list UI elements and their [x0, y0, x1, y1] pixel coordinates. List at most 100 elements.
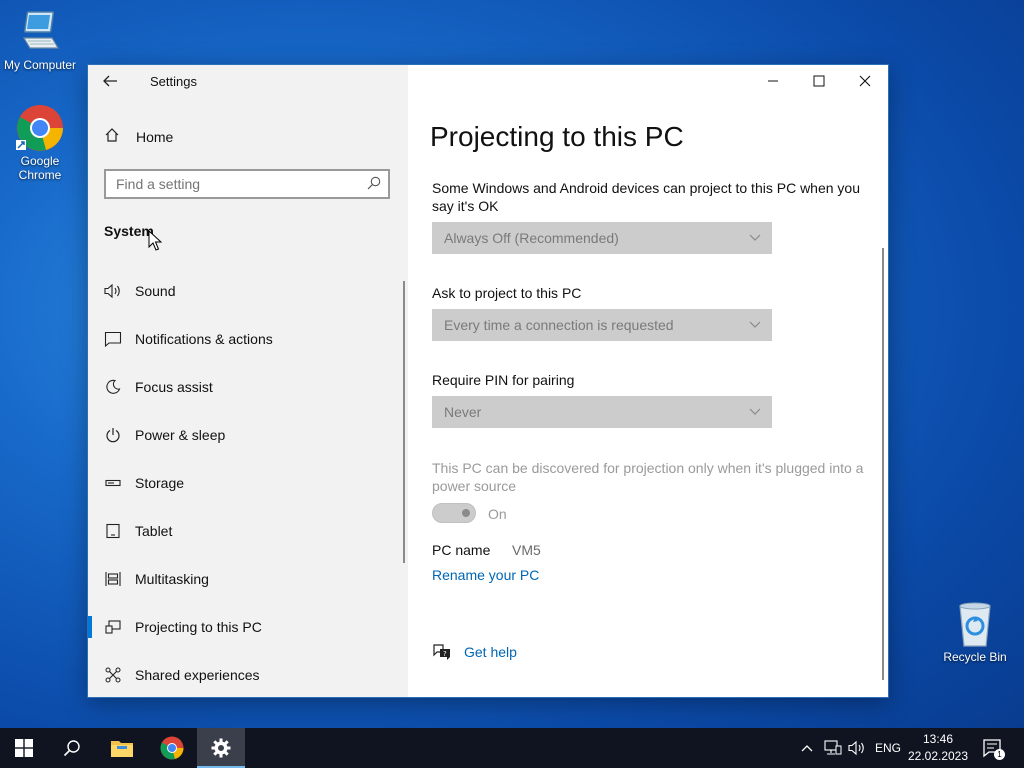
nav-home[interactable]: Home [104, 127, 173, 146]
minimize-icon [768, 80, 778, 82]
maximize-button[interactable] [796, 65, 842, 97]
tablet-icon [104, 522, 122, 540]
taskbar-chrome[interactable] [148, 728, 196, 768]
taskbar-file-explorer[interactable] [98, 728, 146, 768]
nav-section-title: System [104, 223, 154, 239]
search-icon[interactable] [366, 175, 382, 191]
nav-item-label: Sound [135, 283, 176, 299]
chevron-down-icon [748, 317, 762, 331]
nav-item-label: Focus assist [135, 379, 213, 395]
page-title: Projecting to this PC [430, 121, 684, 152]
ask-to-project-label: Ask to project to this PC [432, 285, 582, 301]
rename-pc-link[interactable]: Rename your PC [432, 567, 539, 583]
taskbar: ENG 13:46 22.02.2023 1 [0, 728, 1024, 768]
settings-nav-pane: Settings Home System Sound [88, 65, 408, 697]
desktop-icon-label: Recycle Bin [943, 650, 1007, 664]
pc-name-label: PC name [432, 542, 491, 558]
nav-item-label: Projecting to this PC [135, 619, 262, 635]
nav-item-shared-experiences[interactable]: Shared experiences [88, 651, 408, 699]
projecting-icon [104, 618, 122, 636]
power-icon [104, 426, 122, 444]
ask-to-project-dropdown[interactable]: Every time a connection is requested [432, 309, 772, 341]
chrome-icon [160, 736, 184, 760]
nav-item-tablet[interactable]: Tablet [88, 507, 408, 555]
nav-item-sound[interactable]: Sound [88, 267, 408, 315]
nav-home-label: Home [136, 128, 174, 145]
require-pin-label: Require PIN for pairing [432, 372, 575, 388]
chevron-down-icon [748, 404, 762, 418]
tray-network[interactable] [824, 728, 842, 768]
desktop-icon-google-chrome[interactable]: Google Chrome [0, 104, 80, 182]
desktop-icon-recycle-bin[interactable]: Recycle Bin [935, 600, 1015, 664]
toggle-state-label: On [488, 506, 507, 522]
require-pin-dropdown[interactable]: Never [432, 396, 772, 428]
notification-icon [104, 330, 122, 348]
search-box [104, 169, 390, 199]
desktop-icon-my-computer[interactable]: My Computer [0, 8, 80, 72]
dropdown-value: Every time a connection is requested [444, 317, 674, 333]
power-source-toggle[interactable] [432, 503, 476, 523]
help-chat-icon: ? [432, 643, 452, 661]
nav-item-label: Multitasking [135, 571, 209, 587]
tray-show-hidden[interactable] [800, 728, 814, 768]
maximize-icon [813, 75, 825, 87]
project-description: Some Windows and Android devices can pro… [432, 180, 861, 214]
nav-item-label: Storage [135, 475, 185, 491]
windows-logo-icon [15, 739, 33, 757]
nav-item-multitasking[interactable]: Multitasking [88, 555, 408, 603]
window-title: Settings [150, 74, 197, 89]
close-button[interactable] [842, 65, 888, 97]
chrome-icon [16, 104, 64, 152]
project-availability-dropdown[interactable]: Always Off (Recommended) [432, 222, 772, 254]
nav-item-focus-assist[interactable]: Focus assist [88, 363, 408, 411]
settings-content-pane: Projecting to this PC Some Windows and A… [408, 65, 888, 697]
nav-list: Sound Notifications & actions Focus assi… [88, 267, 408, 699]
desktop-icon-label: Google Chrome [18, 154, 62, 182]
dropdown-value: Never [444, 404, 482, 420]
action-center-button[interactable]: 1 [982, 728, 1006, 768]
shared-experiences-icon [104, 666, 122, 684]
nav-item-storage[interactable]: Storage [88, 459, 408, 507]
moon-icon [104, 378, 122, 396]
clock-time: 13:46 [922, 732, 954, 746]
tray-volume[interactable] [848, 728, 866, 768]
nav-item-label: Notifications & actions [135, 331, 273, 347]
computer-icon [16, 8, 64, 56]
chevron-up-icon [801, 745, 813, 752]
pc-name-value: VM5 [512, 542, 541, 558]
chevron-down-icon [748, 230, 762, 244]
content-scrollbar[interactable] [882, 248, 884, 680]
nav-item-label: Shared experiences [135, 667, 260, 683]
home-icon [104, 127, 122, 146]
multitasking-icon [104, 570, 122, 588]
close-icon [859, 75, 871, 87]
desktop-icon-label: My Computer [3, 58, 77, 72]
recycle-bin-icon [951, 600, 999, 648]
nav-item-power-sleep[interactable]: Power & sleep [88, 411, 408, 459]
back-button[interactable] [102, 73, 124, 91]
notification-count-badge: 1 [994, 749, 1005, 760]
svg-text:?: ? [443, 650, 447, 658]
power-source-description: This PC can be discovered for projection… [432, 460, 864, 494]
nav-scrollbar[interactable] [403, 281, 405, 563]
toggle-knob [462, 509, 470, 517]
nav-item-notifications[interactable]: Notifications & actions [88, 315, 408, 363]
nav-item-projecting[interactable]: Projecting to this PC [88, 603, 408, 651]
nav-item-label: Power & sleep [135, 427, 226, 443]
dropdown-value: Always Off (Recommended) [444, 230, 619, 246]
gear-icon [211, 738, 231, 758]
minimize-button[interactable] [750, 65, 796, 97]
tray-language[interactable]: ENG [875, 728, 901, 768]
taskbar-settings[interactable] [197, 728, 245, 768]
taskbar-search-button[interactable] [48, 728, 96, 768]
speaker-icon [104, 282, 122, 300]
speaker-icon [848, 740, 864, 756]
mouse-cursor-icon [148, 229, 163, 252]
network-icon [824, 740, 842, 755]
tray-clock[interactable]: 13:46 22.02.2023 [900, 731, 976, 765]
settings-window: Settings Home System Sound [88, 65, 888, 697]
get-help-link[interactable]: ? Get help [432, 643, 517, 661]
search-input[interactable] [106, 171, 366, 197]
start-button[interactable] [0, 728, 48, 768]
nav-item-label: Tablet [135, 523, 173, 539]
